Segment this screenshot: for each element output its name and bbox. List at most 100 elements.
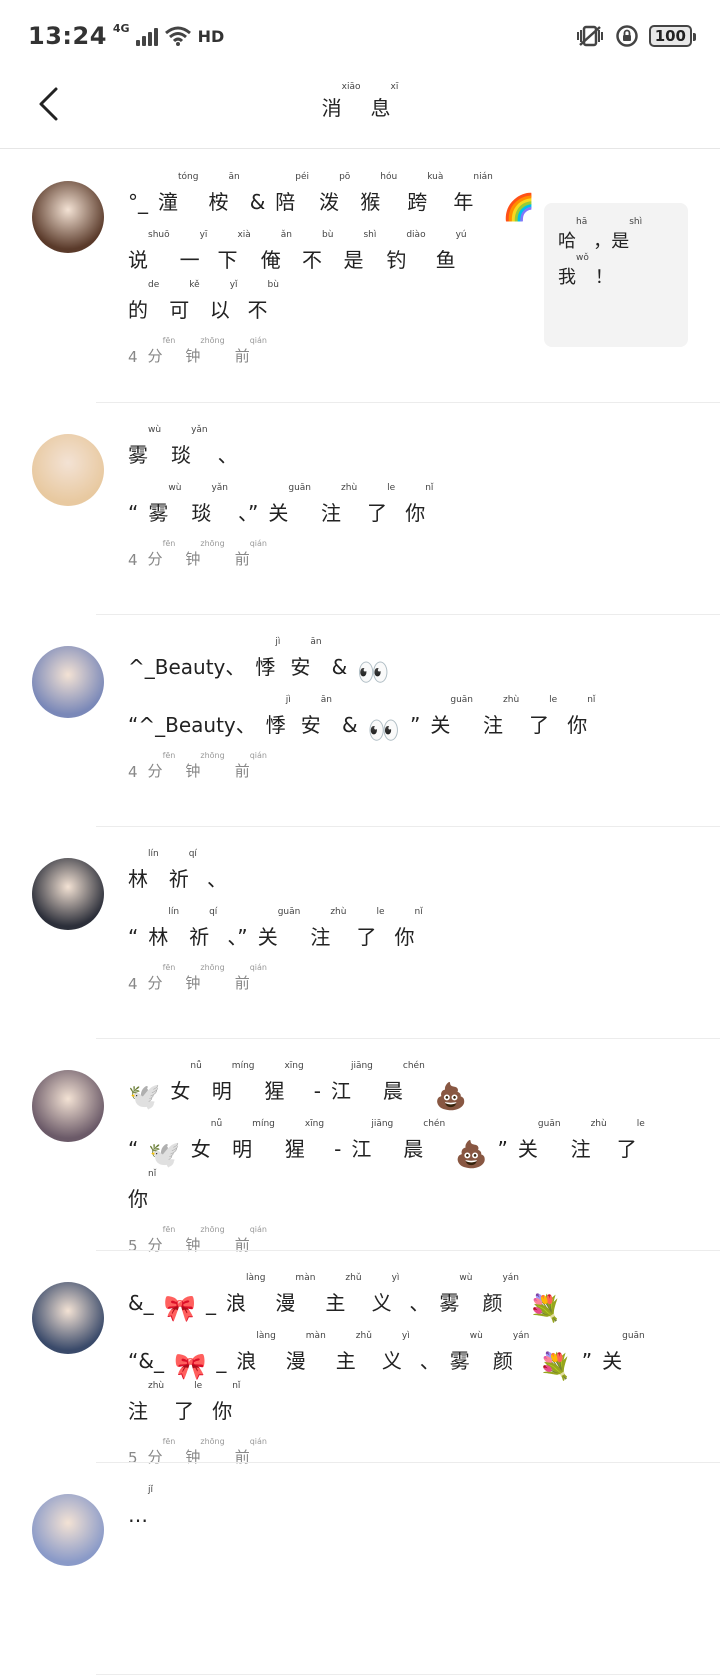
sender-name[interactable]: ^_Beauty、 悸jì 安ān & 👀 — [128, 637, 680, 688]
text-char: 以yǐ — [209, 280, 238, 322]
text-char: 江jiāng — [330, 1061, 373, 1103]
text-char: 主zhǔ — [325, 1273, 362, 1315]
message-time: 4 分fēn 钟zhōng 前qián — [128, 539, 680, 569]
text-char: 安ān — [300, 695, 333, 737]
avatar[interactable] — [32, 1282, 104, 1354]
text-char: 🕊️ — [148, 1140, 181, 1170]
text-char: 注zhù — [321, 483, 358, 525]
text-char: 你nǐ — [405, 483, 434, 525]
text-char: “ — [128, 925, 139, 949]
message-text: “&_ 🎀 _ 浪làng 漫màn 主zhǔ 义yì 、雾wù 颜yán 💐 ” 关guān 注zhù… — [128, 1331, 680, 1431]
text-char: _ — [216, 1349, 227, 1373]
text-char: 、” — [238, 501, 259, 525]
message-text: “ 🕊️ 女nǚ 明míng 猩xīng - 江jiāng 晨chén 💩 ” 关guān 注zhù 了… — [128, 1119, 680, 1219]
text-char: ， — [593, 231, 612, 252]
avatar[interactable] — [32, 1494, 104, 1566]
message-list: °_ 潼tóng 桉ān & 陪péi 泼pō 猴hóu 跨kuà 年nián 🌈 说shuō 一yī… — [0, 150, 720, 1675]
text-char: 关guān — [517, 1119, 561, 1161]
text-char: 晨chén — [403, 1119, 446, 1161]
text-char: “&_ — [128, 1349, 164, 1373]
text-char: 义yì — [371, 1273, 400, 1315]
text-char: 雾wù — [148, 483, 182, 525]
text-char: ” — [581, 1349, 593, 1373]
status-bar: 13:24 4G HD 100 — [0, 0, 720, 72]
text-char: …jǐ — [128, 1485, 154, 1527]
message-time: 4 分fēn 钟zhōng 前qián — [128, 963, 680, 993]
text-char: 了le — [367, 483, 396, 525]
text-char: 👀 — [357, 658, 390, 688]
text-char: 💐 — [529, 1294, 562, 1324]
text-char: 👀 — [367, 716, 400, 746]
hd-badge: HD — [197, 26, 225, 46]
text-char: 跨kuà — [407, 172, 444, 214]
message-content: …jǐ — [128, 1485, 680, 1535]
text-char: 主zhǔ — [335, 1331, 372, 1373]
avatar[interactable] — [32, 858, 104, 930]
text-char: 说shuō — [128, 230, 170, 272]
text-char: & — [331, 655, 348, 679]
text-char: 是shì — [343, 230, 377, 272]
text-char: 关guān — [602, 1331, 645, 1373]
text-char: 、” — [227, 925, 248, 949]
text-char: 分fēn — [147, 336, 176, 365]
text-char: 分fēn — [147, 751, 176, 780]
message-content: 🕊️ 女nǚ 明míng 猩xīng - 江jiāng 晨chén 💩 “🕊️ 女nǚ 明míng 猩… — [128, 1061, 680, 1255]
status-right: 100 — [575, 24, 697, 48]
message-text: “^_Beauty、 悸jì 安ān & 👀 ” 关guān 注zhù 了le 你nǐ — [128, 695, 680, 745]
text-char: 💩 — [434, 1082, 468, 1112]
sender-name[interactable]: 雾wù 琰yǎn 、 — [128, 425, 680, 475]
message-content: 林lín 祈qí 、 “ 林lín 祈qí 、” 关guān 注zhù 了le 你nǐ 4 分fēn 钟z… — [128, 849, 680, 993]
message-item[interactable]: ^_Beauty、 悸jì 安ān & 👀 “^_Beauty、 悸jì 安ān & 👀” 关guā… — [0, 615, 720, 827]
message-item[interactable]: 雾wù 琰yǎn 、 “ 雾wù 琰yǎn 、” 关guān 注zhù 了le 你nǐ 4 分fēn 钟z… — [0, 403, 720, 615]
text-char: 义yì — [381, 1331, 410, 1373]
message-item[interactable]: &_ 🎀 _ 浪làng 漫màn 主zhǔ 义yì、雾wù 颜yán 💐 “&_ 🎀 _ 浪làng 漫… — [0, 1251, 720, 1467]
sender-name[interactable]: &_ 🎀 _ 浪làng 漫màn 主zhǔ 义yì 、雾wù 颜yán 💐 — [128, 1273, 680, 1324]
text-char: 漫màn — [285, 1331, 326, 1373]
text-char: 一yī — [179, 230, 208, 272]
text-char: 祈qí — [189, 907, 218, 949]
text-char: 俺ǎn — [260, 230, 293, 272]
message-text: “ 雾wù 琰yǎn 、” 关guān 注zhù 了le 你nǐ — [128, 483, 680, 533]
text-char: 钟zhōng — [185, 751, 225, 780]
network-type: 4G — [112, 21, 130, 35]
text-char: 女nǚ — [190, 1119, 223, 1161]
text-char: &_ — [128, 1291, 154, 1315]
avatar[interactable] — [32, 1070, 104, 1142]
text-char: 雾wù — [449, 1331, 483, 1373]
text-char: 哈hā — [558, 217, 588, 252]
text-char: “ — [128, 1137, 139, 1161]
text-char: ” — [410, 713, 421, 737]
message-text: “ 林lín 祈qí 、” 关guān 注zhù 了le 你nǐ — [128, 907, 680, 957]
text-char: 💩 — [455, 1140, 488, 1170]
text-char: 祈qí — [168, 849, 197, 891]
sender-name[interactable]: 🕊️ 女nǚ 明míng 猩xīng - 江jiāng 晨chén 💩 — [128, 1061, 680, 1112]
text-char: 🕊️ — [128, 1082, 161, 1112]
vibrate-off-icon — [576, 25, 603, 47]
text-char: 你nǐ — [394, 907, 423, 949]
text-char: 桉ān — [208, 172, 240, 214]
text-char: 琰yǎn — [191, 483, 228, 525]
text-char: 🌈 — [502, 193, 536, 223]
text-char: 林lín — [148, 907, 180, 949]
avatar[interactable] — [32, 434, 104, 506]
text-char: “^_Beauty、 — [128, 713, 256, 737]
text-char: 4 — [128, 975, 138, 993]
status-time: 13:24 — [28, 22, 107, 50]
message-item[interactable]: …jǐ — [0, 1463, 720, 1675]
text-char: 年nián — [453, 172, 493, 214]
text-char: 我wǒ — [558, 253, 589, 288]
message-item[interactable]: °_ 潼tóng 桉ān & 陪péi 泼pō 猴hóu 跨kuà 年nián 🌈 说shuō 一yī… — [0, 150, 720, 403]
avatar[interactable] — [32, 181, 104, 253]
text-char: 、 — [206, 867, 227, 891]
status-left: 13:24 4G HD — [28, 21, 225, 51]
message-content: ^_Beauty、 悸jì 安ān & 👀 “^_Beauty、 悸jì 安ān & 👀” 关guā… — [128, 637, 680, 781]
text-char: 你nǐ — [567, 695, 596, 737]
message-item[interactable]: 🕊️ 女nǚ 明míng 猩xīng - 江jiāng 晨chén 💩 “🕊️ 女nǚ 明míng 猩… — [0, 1039, 720, 1255]
sender-name[interactable]: …jǐ — [128, 1485, 680, 1535]
text-char: 潼tóng — [158, 172, 199, 214]
sender-name[interactable]: 林lín 祈qí 、 — [128, 849, 680, 899]
text-char: 关guān — [268, 483, 312, 525]
reply-preview[interactable]: 哈hā，是shì 我wǒ！ — [544, 203, 688, 347]
avatar[interactable] — [32, 646, 104, 718]
message-item[interactable]: 林lín 祈qí 、 “ 林lín 祈qí 、” 关guān 注zhù 了le 你nǐ 4 分fēn 钟z… — [0, 827, 720, 1039]
